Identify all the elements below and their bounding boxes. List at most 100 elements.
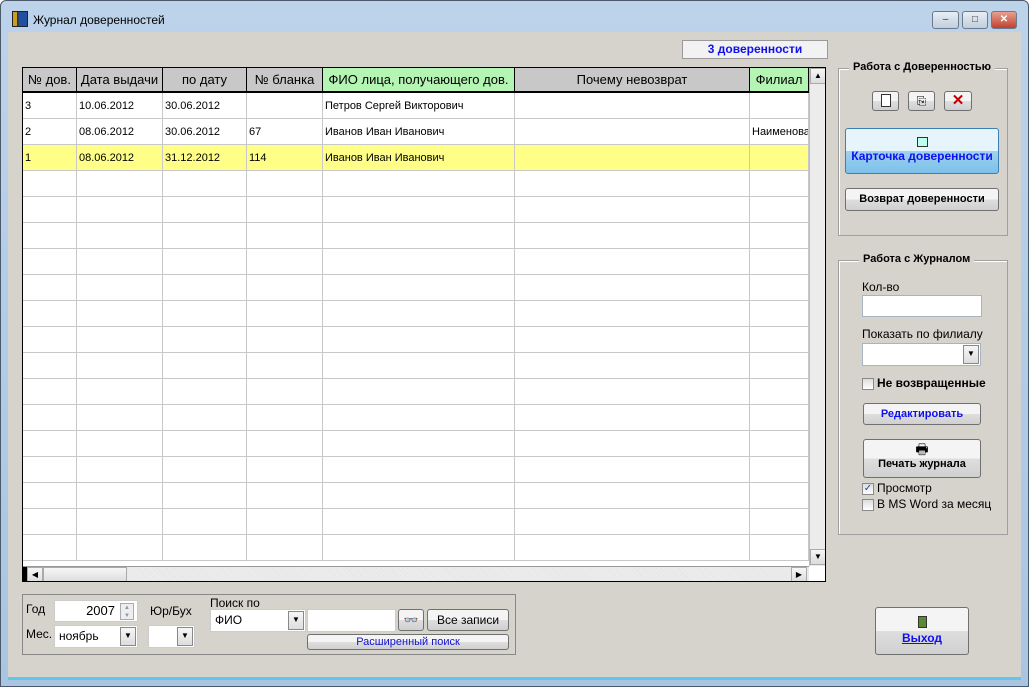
column-header[interactable]: Филиал <box>750 68 809 93</box>
table-row[interactable] <box>23 431 809 457</box>
table-cell[interactable] <box>515 509 750 535</box>
checkbox-box[interactable] <box>862 377 874 390</box>
table-row[interactable] <box>23 379 809 405</box>
table-cell[interactable] <box>323 197 515 223</box>
chevron-down-icon[interactable]: ▼ <box>963 345 979 364</box>
column-header[interactable]: № бланка <box>247 68 323 93</box>
table-cell[interactable] <box>23 249 77 275</box>
table-cell[interactable] <box>77 431 163 457</box>
close-button[interactable]: ✕ <box>991 11 1017 29</box>
table-cell[interactable] <box>323 405 515 431</box>
table-cell[interactable] <box>77 353 163 379</box>
all-records-button[interactable]: Все записи <box>427 609 509 631</box>
table-cell[interactable] <box>23 509 77 535</box>
table-cell[interactable]: 30.06.2012 <box>163 119 247 145</box>
advanced-search-button[interactable]: Расширенный поиск <box>307 634 509 650</box>
table-cell[interactable] <box>23 431 77 457</box>
table-cell[interactable] <box>750 327 809 353</box>
table-cell[interactable] <box>247 353 323 379</box>
table-cell[interactable] <box>247 483 323 509</box>
type-select[interactable]: ▼ <box>148 625 195 648</box>
table-cell[interactable] <box>323 431 515 457</box>
table-cell[interactable] <box>77 171 163 197</box>
checkbox-box[interactable] <box>862 498 874 511</box>
delete-proxy-button[interactable]: ✕ <box>944 91 972 111</box>
scroll-up-button[interactable]: ▲ <box>810 68 825 84</box>
table-cell[interactable] <box>247 171 323 197</box>
search-field-select[interactable]: ФИО ▼ <box>210 609 306 632</box>
table-cell[interactable] <box>323 509 515 535</box>
search-button[interactable]: 👓 <box>398 609 424 631</box>
table-row[interactable] <box>23 171 809 197</box>
table-row[interactable] <box>23 457 809 483</box>
table-row[interactable] <box>23 327 809 353</box>
table-cell[interactable] <box>750 145 809 171</box>
table-cell[interactable] <box>515 483 750 509</box>
table-cell[interactable] <box>515 249 750 275</box>
print-journal-button[interactable]: 🖶 Печать журнала <box>863 439 981 478</box>
chevron-down-icon[interactable]: ▼ <box>288 611 304 630</box>
table-cell[interactable] <box>515 275 750 301</box>
table-cell[interactable] <box>323 353 515 379</box>
table-cell[interactable]: 31.12.2012 <box>163 145 247 171</box>
column-header[interactable]: по дату <box>163 68 247 93</box>
year-stepper-buttons[interactable]: ▲ ▼ <box>120 603 134 620</box>
table-cell[interactable] <box>515 405 750 431</box>
table-cell[interactable] <box>23 301 77 327</box>
table-cell[interactable] <box>23 353 77 379</box>
table-cell[interactable] <box>163 405 247 431</box>
table-cell[interactable]: 08.06.2012 <box>77 119 163 145</box>
table-cell[interactable] <box>750 275 809 301</box>
table-cell[interactable] <box>163 301 247 327</box>
table-cell[interactable] <box>323 223 515 249</box>
new-proxy-button[interactable] <box>872 91 899 111</box>
table-cell[interactable] <box>77 249 163 275</box>
table-cell[interactable] <box>323 171 515 197</box>
table-cell[interactable] <box>750 483 809 509</box>
chevron-down-icon[interactable]: ▼ <box>120 627 136 646</box>
table-cell[interactable] <box>163 353 247 379</box>
table-row[interactable] <box>23 353 809 379</box>
table-cell[interactable] <box>163 249 247 275</box>
table-cell[interactable] <box>750 249 809 275</box>
table-cell[interactable] <box>23 223 77 249</box>
table-cell[interactable] <box>77 379 163 405</box>
table-cell[interactable] <box>77 301 163 327</box>
table-cell[interactable] <box>515 171 750 197</box>
table-row[interactable] <box>23 535 809 561</box>
table-cell[interactable] <box>163 171 247 197</box>
chevron-down-icon[interactable]: ▼ <box>177 627 193 646</box>
table-cell[interactable] <box>323 379 515 405</box>
not-returned-checkbox[interactable]: Не возвращенные <box>862 376 986 390</box>
table-cell[interactable] <box>163 535 247 561</box>
table-cell[interactable]: Иванов Иван Иванович <box>323 145 515 171</box>
table-cell[interactable] <box>77 223 163 249</box>
table-cell[interactable]: Петров Сергей Викторович <box>323 93 515 119</box>
table-cell[interactable] <box>750 431 809 457</box>
table-cell[interactable]: Иванов Иван Иванович <box>323 119 515 145</box>
table-cell[interactable] <box>247 93 323 119</box>
table-cell[interactable]: 2 <box>23 119 77 145</box>
table-cell[interactable]: 114 <box>247 145 323 171</box>
table-cell[interactable] <box>515 145 750 171</box>
table-cell[interactable] <box>323 327 515 353</box>
column-header[interactable]: Почему невозврат <box>515 68 750 93</box>
table-row[interactable]: 2 08.06.2012 30.06.2012 67 Иванов Иван Ивано… <box>23 119 809 145</box>
table-cell[interactable] <box>247 301 323 327</box>
table-row[interactable]: 3 10.06.2012 30.06.2012 Петров Сергей Викто… <box>23 93 809 119</box>
table-cell[interactable] <box>515 431 750 457</box>
table-cell[interactable] <box>163 509 247 535</box>
table-cell[interactable] <box>247 223 323 249</box>
word-export-checkbox[interactable]: В MS Word за месяц <box>862 497 991 511</box>
maximize-button[interactable]: □ <box>962 11 988 29</box>
proxy-card-button[interactable]: Карточка доверенности <box>845 128 999 174</box>
table-cell[interactable] <box>750 535 809 561</box>
table-cell[interactable]: 08.06.2012 <box>77 145 163 171</box>
table-cell[interactable] <box>163 275 247 301</box>
copy-proxy-button[interactable]: ⎘ <box>908 91 935 111</box>
scroll-down-button[interactable]: ▼ <box>810 549 825 565</box>
table-cell[interactable] <box>163 457 247 483</box>
table-row[interactable] <box>23 223 809 249</box>
preview-checkbox[interactable]: ✓ Просмотр <box>862 481 932 495</box>
table-cell[interactable] <box>515 301 750 327</box>
